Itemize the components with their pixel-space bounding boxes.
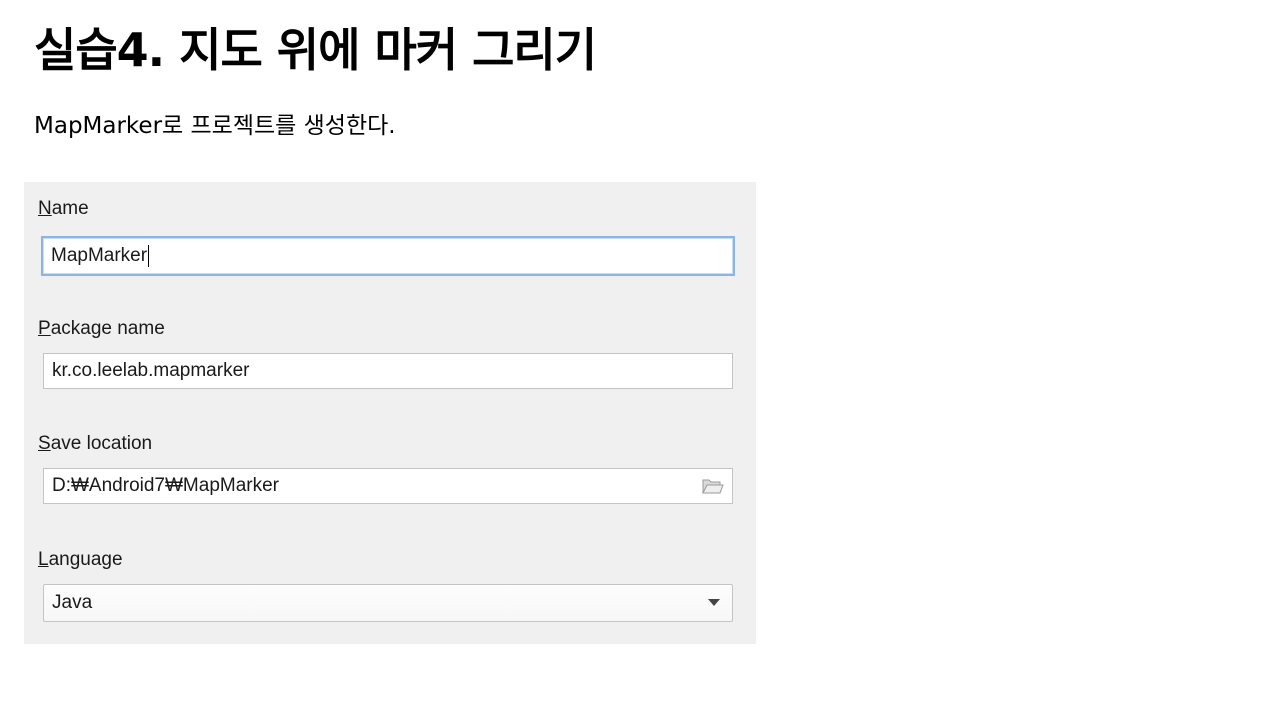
folder-open-icon[interactable] xyxy=(702,477,724,495)
name-input-value: MapMarker xyxy=(51,245,148,266)
language-label-text: anguage xyxy=(48,549,123,570)
name-label-text: ame xyxy=(51,198,89,219)
package-name-label-text: ackage name xyxy=(50,318,165,339)
package-name-input[interactable]: kr.co.leelab.mapmarker xyxy=(43,353,733,389)
save-location-label-text: ave location xyxy=(50,433,153,454)
slide: 실습4. 지도 위에 마커 그리기 MapMarker로 프로젝트를 생성한다.… xyxy=(0,0,1280,720)
chevron-down-icon xyxy=(708,599,720,606)
slide-subtitle: MapMarker로 프로젝트를 생성한다. xyxy=(34,113,396,139)
language-label-mnemonic: L xyxy=(38,549,49,570)
language-select[interactable]: Java xyxy=(43,584,733,622)
package-name-label-mnemonic: P xyxy=(38,318,51,339)
save-location-label-mnemonic: S xyxy=(38,433,51,454)
name-input[interactable]: MapMarker xyxy=(41,236,735,276)
new-project-form: Name MapMarker Package name kr.co.leelab… xyxy=(24,182,756,644)
package-name-label: Package name xyxy=(38,317,165,341)
save-location-input[interactable]: D:₩Android7₩MapMarker xyxy=(43,468,733,504)
name-label: Name xyxy=(38,197,89,221)
save-location-label: Save location xyxy=(38,432,152,456)
name-label-mnemonic: N xyxy=(38,198,52,219)
language-label: Language xyxy=(38,548,123,572)
slide-title: 실습4. 지도 위에 마커 그리기 xyxy=(34,23,597,77)
package-name-input-value: kr.co.leelab.mapmarker xyxy=(52,360,250,381)
language-select-value: Java xyxy=(52,592,93,613)
text-caret xyxy=(148,245,150,267)
save-location-input-value: D:₩Android7₩MapMarker xyxy=(52,475,279,496)
